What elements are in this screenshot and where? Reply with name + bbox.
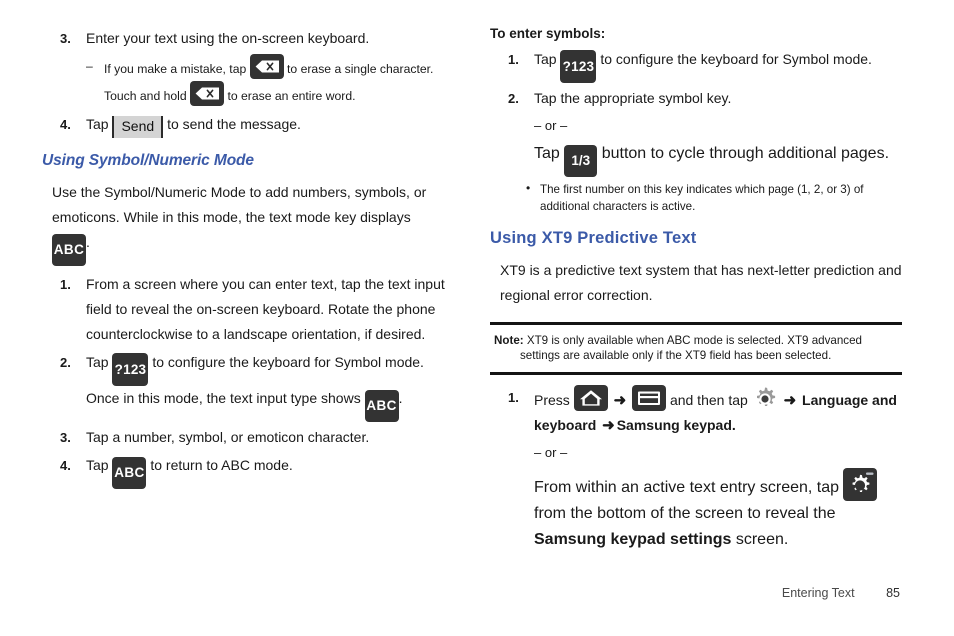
left-top-step-list: 3. Enter your text using the on-screen k… <box>42 26 454 51</box>
bullet-text: The first number on this key indicates w… <box>540 183 864 213</box>
right-step-list: 1. Tap ?123 to configure the keyboard fo… <box>490 47 902 111</box>
step-number: 3. <box>60 430 71 445</box>
step-text-after: to return to ABC mode. <box>150 457 293 473</box>
manual-page: 3. Enter your text using the on-screen k… <box>0 0 954 636</box>
period: . <box>731 417 736 433</box>
intro-line-2: emoticons. While in this mode, the text … <box>52 209 411 225</box>
dash-sub-item: – If you make a mistake, tap to erase a … <box>86 54 454 108</box>
press-text: Press <box>534 392 570 408</box>
step-number: 3. <box>60 31 71 46</box>
note-rule-bottom <box>490 372 902 375</box>
backspace-glyph-2 <box>195 87 220 100</box>
list-item: 1. From a screen where you can enter tex… <box>42 272 454 347</box>
alt-text-after: screen. <box>735 531 789 548</box>
arrow-icon-1: ➜ <box>613 392 627 409</box>
alt-instruction: From within an active text entry screen,… <box>534 468 902 553</box>
home-icon <box>573 385 608 411</box>
note-label: Note: <box>494 334 524 347</box>
step-text: Enter your text using the on-screen keyb… <box>86 30 370 46</box>
arrow-icon-2: ➜ <box>783 392 797 409</box>
left-step4-list: 4. Tap Send to send the message. <box>42 112 454 138</box>
or-separator-2: – or – <box>534 445 568 460</box>
backspace-key-icon <box>249 54 284 79</box>
page-footer: Entering Text 85 <box>782 586 900 600</box>
gear-settings-key-icon <box>843 468 878 501</box>
intro-paragraph: Use the Symbol/Numeric Mode to add numbe… <box>52 180 454 266</box>
or-separator: – or – <box>534 118 568 133</box>
home-glyph <box>579 390 602 406</box>
cycle-pages-instruction: Tap 1/3 button to cycle through addition… <box>534 141 902 177</box>
step-text: Tap a number, symbol, or emoticon charac… <box>86 429 370 445</box>
list-item: 1. Tap ?123 to configure the keyboard fo… <box>490 47 902 83</box>
menu-icon <box>632 385 667 411</box>
step-number: 1. <box>508 52 519 67</box>
intro-line-1: Use the Symbol/Numeric Mode to add numbe… <box>52 184 427 200</box>
footer-section-title: Entering Text <box>781 586 855 600</box>
gear-settings-glyph <box>853 472 874 493</box>
bold-samsung-keypad: Samsung keypad <box>616 417 732 433</box>
note-box: Note: XT9 is only available when ABC mod… <box>490 322 902 375</box>
intro-trailing: . <box>86 234 90 250</box>
press-text-mid: and then tap <box>669 392 748 408</box>
note-line-2: settings are available only if the XT9 f… <box>520 349 832 362</box>
abc-key-icon-2: ABC <box>364 390 399 422</box>
step-text-before: Tap <box>86 116 109 132</box>
gear-icon <box>752 386 778 412</box>
list-item: 2. Tap the appropriate symbol key. <box>490 86 902 111</box>
list-item: 3. Tap a number, symbol, or emoticon cha… <box>42 425 454 450</box>
symbol-mode-key-icon-right: ?123 <box>560 50 597 83</box>
step-number: 1. <box>508 390 519 405</box>
list-item: 2. Tap ?123 to configure the keyboard fo… <box>42 350 454 422</box>
step-text-before: Tap <box>86 354 109 370</box>
step-text-after: to send the message. <box>167 116 301 132</box>
footer-page-number: 85 <box>886 586 900 600</box>
step-number: 2. <box>60 355 71 370</box>
step-text: From a screen where you can enter text, … <box>86 276 445 342</box>
section-heading-xt9: Using XT9 Predictive Text <box>490 229 697 247</box>
left-numbered-steps: 1. From a screen where you can enter tex… <box>42 272 454 489</box>
step-number: 4. <box>60 458 71 473</box>
xt9-intro-paragraph: XT9 is a predictive text system that has… <box>500 262 902 303</box>
step-text-before: Tap <box>86 457 109 473</box>
list-item: 3. Enter your text using the on-screen k… <box>42 26 454 51</box>
bold-samsung-keypad-settings: Samsung keypad settings <box>534 531 732 548</box>
step-number: 4. <box>60 117 71 132</box>
cycle-text-after: button to cycle through additional pages… <box>601 145 890 162</box>
send-button[interactable]: Send <box>112 116 164 138</box>
dash-text-after: to erase an entire word. <box>227 89 356 103</box>
sub-heading-to-enter-symbols: To enter symbols: <box>490 26 606 41</box>
bullet-sub-item: • The first number on this key indicates… <box>524 181 902 215</box>
xt9-step-list: 1. Press ➜ and then tap ➜ Language and k… <box>490 385 902 438</box>
step-text-before: Tap <box>534 51 557 67</box>
step-number: 1. <box>60 277 71 292</box>
backspace-glyph <box>255 60 279 73</box>
alt-text-before: From within an active text entry screen,… <box>534 479 840 496</box>
left-column: 3. Enter your text using the on-screen k… <box>42 26 454 492</box>
step-number: 2. <box>508 91 519 106</box>
menu-glyph <box>638 391 661 405</box>
abc-key-icon: ABC <box>52 234 86 266</box>
dash-text-before: If you make a mistake, tap <box>104 62 247 76</box>
section-heading-symbol-numeric: Using Symbol/Numeric Mode <box>42 152 254 169</box>
step-text-after: . <box>398 390 403 406</box>
step-text-after: to configure the keyboard for Symbol mod… <box>600 51 872 67</box>
cycle-text-before: Tap <box>534 145 560 162</box>
bullet-marker: • <box>526 181 531 195</box>
dash-marker: – <box>86 59 93 73</box>
note-line-1: XT9 is only available when ABC mode is s… <box>526 334 862 347</box>
right-column: To enter symbols: 1. Tap ?123 to configu… <box>490 26 902 553</box>
list-item: 1. Press ➜ and then tap ➜ Language and k… <box>490 385 902 438</box>
note-content: Note: XT9 is only available when ABC mod… <box>490 325 902 372</box>
gear-glyph <box>756 387 775 406</box>
symbol-mode-key-icon: ?123 <box>112 353 149 386</box>
list-item: 4. Tap Send to send the message. <box>42 112 454 138</box>
alt-text-mid: from the bottom of the screen to reveal … <box>534 505 836 522</box>
arrow-icon-3: ➜ <box>602 417 615 434</box>
page-cycle-key-icon: 1/3 <box>564 145 598 177</box>
backspace-key-icon-2 <box>190 81 225 106</box>
step-text: Tap the appropriate symbol key. <box>534 90 732 106</box>
abc-key-icon-3: ABC <box>112 457 147 489</box>
list-item: 4. Tap ABC to return to ABC mode. <box>42 453 454 489</box>
